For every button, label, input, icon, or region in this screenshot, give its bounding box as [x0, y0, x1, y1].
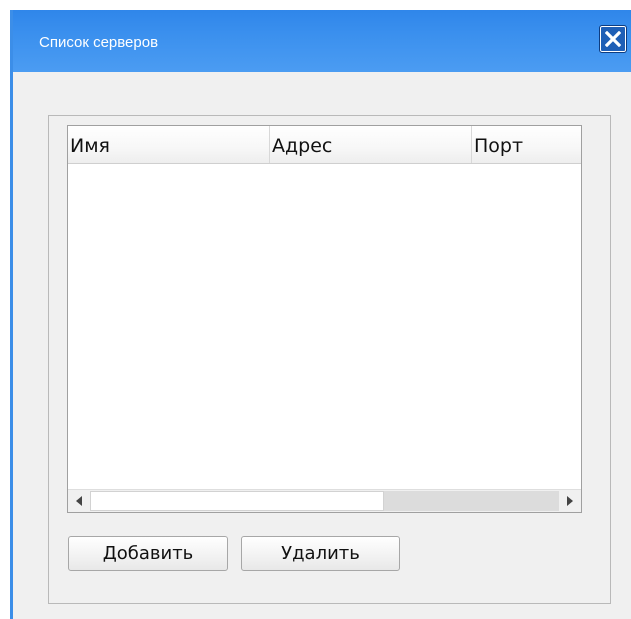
- arrow-right-icon: [567, 496, 573, 506]
- scrollbar-track[interactable]: [384, 491, 559, 511]
- table-header: Имя Адрес Порт: [68, 126, 581, 164]
- server-list-window: Список серверов Имя Адрес Порт Добавить …: [10, 10, 631, 619]
- column-header-port[interactable]: Порт: [472, 126, 581, 163]
- horizontal-scrollbar[interactable]: [68, 489, 581, 512]
- window-title: Список серверов: [39, 34, 159, 51]
- scrollbar-thumb[interactable]: [90, 491, 384, 511]
- add-button[interactable]: Добавить: [68, 536, 228, 571]
- column-header-name[interactable]: Имя: [68, 126, 270, 163]
- server-table[interactable]: Имя Адрес Порт: [67, 125, 582, 513]
- scroll-left-button[interactable]: [68, 490, 90, 512]
- column-header-address[interactable]: Адрес: [270, 126, 472, 163]
- close-button[interactable]: [599, 25, 627, 53]
- close-icon: [605, 31, 621, 47]
- delete-button[interactable]: Удалить: [241, 536, 400, 571]
- window-content: Имя Адрес Порт Добавить Удалить: [13, 72, 631, 619]
- scroll-right-button[interactable]: [559, 490, 581, 512]
- arrow-left-icon: [76, 496, 82, 506]
- title-bar[interactable]: Список серверов: [13, 10, 631, 72]
